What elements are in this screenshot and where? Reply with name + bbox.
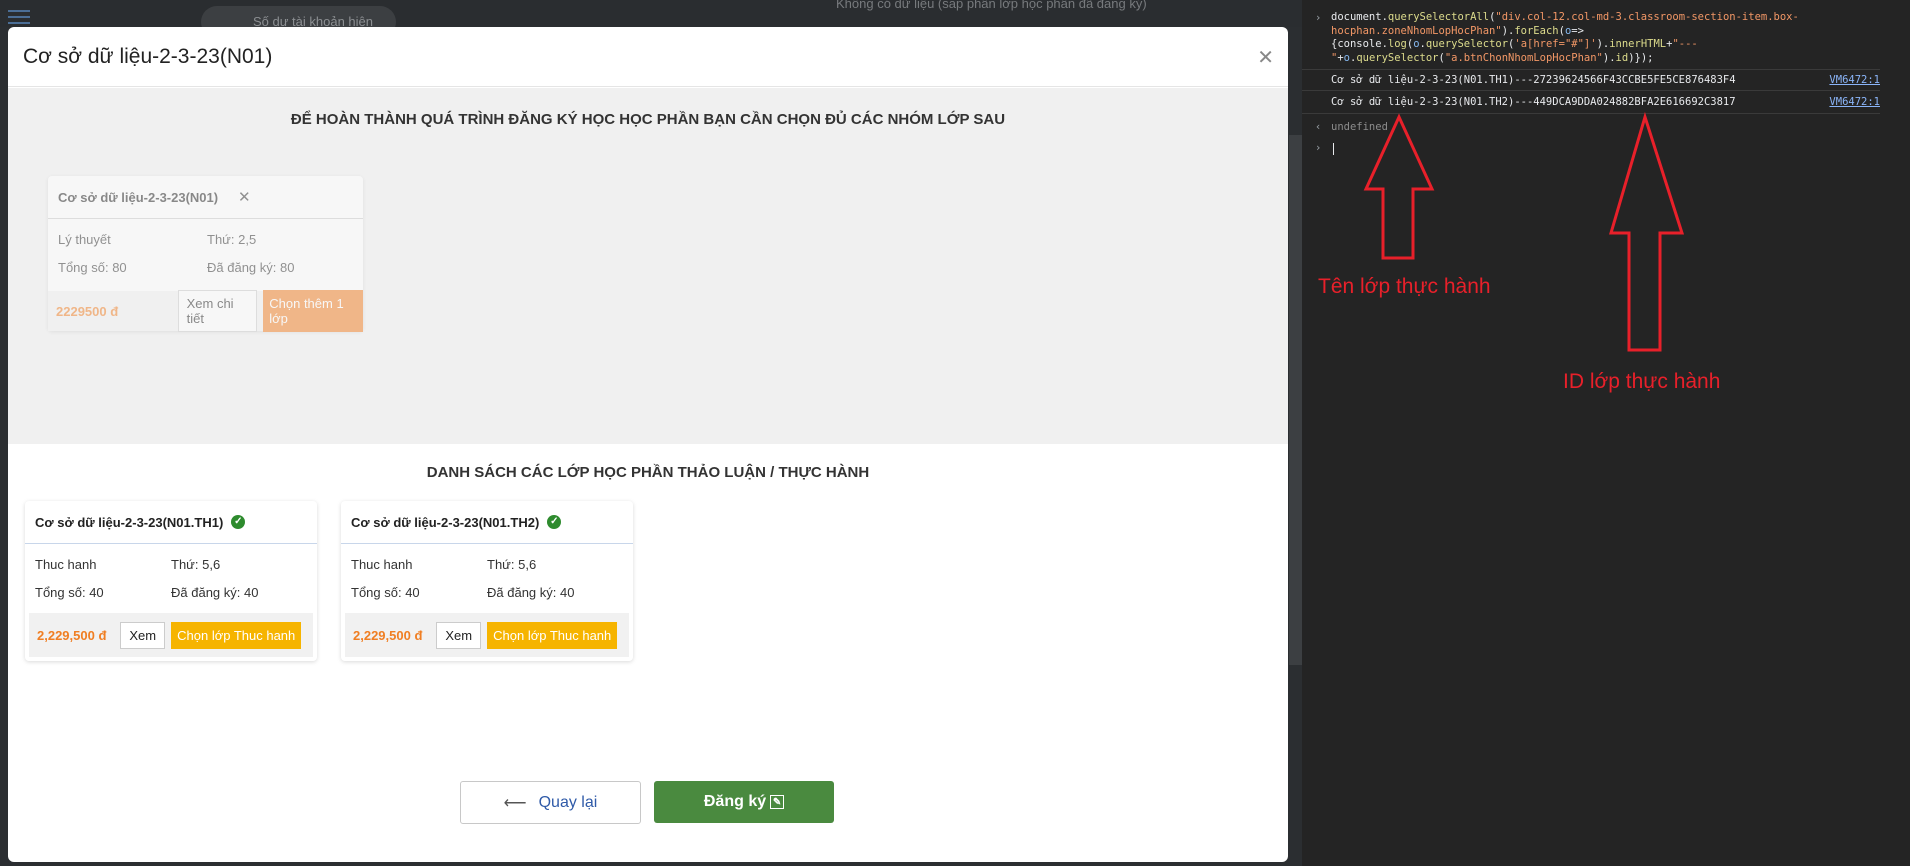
class-type: Thuc hanh	[351, 556, 413, 572]
annotation-arrows	[1363, 111, 1685, 352]
registration-modal: Cơ sở dữ liệu-2-3-23(N01) ✕ ĐỂ HOÀN THÀN…	[8, 27, 1288, 862]
modal-title: Cơ sở dữ liệu-2-3-23(N01)	[23, 44, 273, 68]
arrow-left-icon: ⟵	[503, 794, 527, 812]
background-scrollbar[interactable]	[1289, 135, 1302, 665]
check-icon: ✓	[231, 515, 246, 529]
class-type: Thuc hanh	[35, 556, 97, 572]
class-registered: Đã đăng ký: 80	[207, 259, 295, 275]
close-icon[interactable]: ✕	[1257, 45, 1274, 70]
background-top-text: Không có dữ liệu (sắp phân lớp học phần …	[836, 0, 1147, 11]
practice-class-title: Cơ sở dữ liệu-2-3-23(N01.TH1) ✓	[25, 501, 317, 544]
class-day: Thứ: 2,5	[207, 231, 257, 247]
practice-class-name: Cơ sở dữ liệu-2-3-23(N01.TH1)	[35, 514, 224, 530]
check-icon: ✓	[547, 515, 562, 529]
add-class-button[interactable]: Chọn thêm 1 lớp	[263, 290, 363, 332]
edit-icon: ✎	[770, 795, 785, 809]
devtools-console: › document.querySelectorAll("div.col-12.…	[1302, 0, 1910, 866]
back-button-label: Quay lại	[538, 793, 598, 811]
remove-icon[interactable]: ✕	[238, 188, 251, 206]
class-id-annotation: ID lớp thực hành	[1563, 370, 1721, 393]
selected-class-card: Cơ sở dữ liệu-2-3-23(N01) ✕ Lý thuyết Thứ…	[48, 176, 363, 332]
modal-header: Cơ sở dữ liệu-2-3-23(N01)	[8, 27, 1288, 87]
choose-practice-button[interactable]: Chọn lớp Thuc hanh	[171, 621, 302, 649]
view-detail-button[interactable]: Xem chi tiết	[177, 290, 258, 332]
view-button[interactable]: Xem	[436, 621, 482, 649]
class-type: Lý thuyết	[58, 231, 111, 247]
required-heading: ĐỂ HOÀN THÀNH QUÁ TRÌNH ĐĂNG KÝ HỌC HỌC …	[290, 111, 1006, 128]
class-total: Tổng số: 40	[35, 584, 104, 600]
back-button[interactable]: ⟵ Quay lại	[460, 781, 641, 824]
view-button[interactable]: Xem	[120, 621, 166, 649]
choose-practice-button[interactable]: Chọn lớp Thuc hanh	[487, 621, 618, 649]
class-day: Thứ: 5,6	[487, 556, 537, 572]
practice-class-card: Cơ sở dữ liệu-2-3-23(N01.TH2) ✓ Thuc han…	[341, 501, 633, 661]
class-price: 2,229,500 đ	[37, 627, 107, 643]
required-groups-section: ĐỂ HOÀN THÀNH QUÁ TRÌNH ĐĂNG KÝ HỌC HỌC …	[8, 88, 1288, 444]
menu-icon[interactable]	[8, 10, 30, 24]
class-day: Thứ: 5,6	[171, 556, 221, 572]
practice-class-card: Cơ sở dữ liệu-2-3-23(N01.TH1) ✓ Thuc han…	[25, 501, 317, 661]
register-button-label: Đăng ký	[703, 793, 767, 810]
practice-class-title: Cơ sở dữ liệu-2-3-23(N01.TH2) ✓	[341, 501, 633, 544]
practice-list-heading: DANH SÁCH CÁC LỚP HỌC PHẦN THẢO LUẬN / T…	[426, 464, 870, 481]
class-total: Tổng số: 80	[58, 259, 127, 275]
register-button[interactable]: Đăng ký ✎	[654, 781, 834, 823]
class-registered: Đã đăng ký: 40	[171, 584, 259, 600]
class-name-annotation: Tên lớp thực hành	[1318, 275, 1491, 298]
up-arrow-icon	[1608, 111, 1685, 352]
selected-class-title: Cơ sở dữ liệu-2-3-23(N01)	[48, 176, 363, 219]
class-total: Tổng số: 40	[351, 584, 420, 600]
class-price: 2229500 đ	[56, 303, 119, 319]
class-registered: Đã đăng ký: 40	[487, 584, 575, 600]
up-arrow-icon	[1363, 113, 1435, 260]
practice-class-name: Cơ sở dữ liệu-2-3-23(N01.TH2)	[351, 514, 540, 530]
class-price: 2,229,500 đ	[353, 627, 423, 643]
